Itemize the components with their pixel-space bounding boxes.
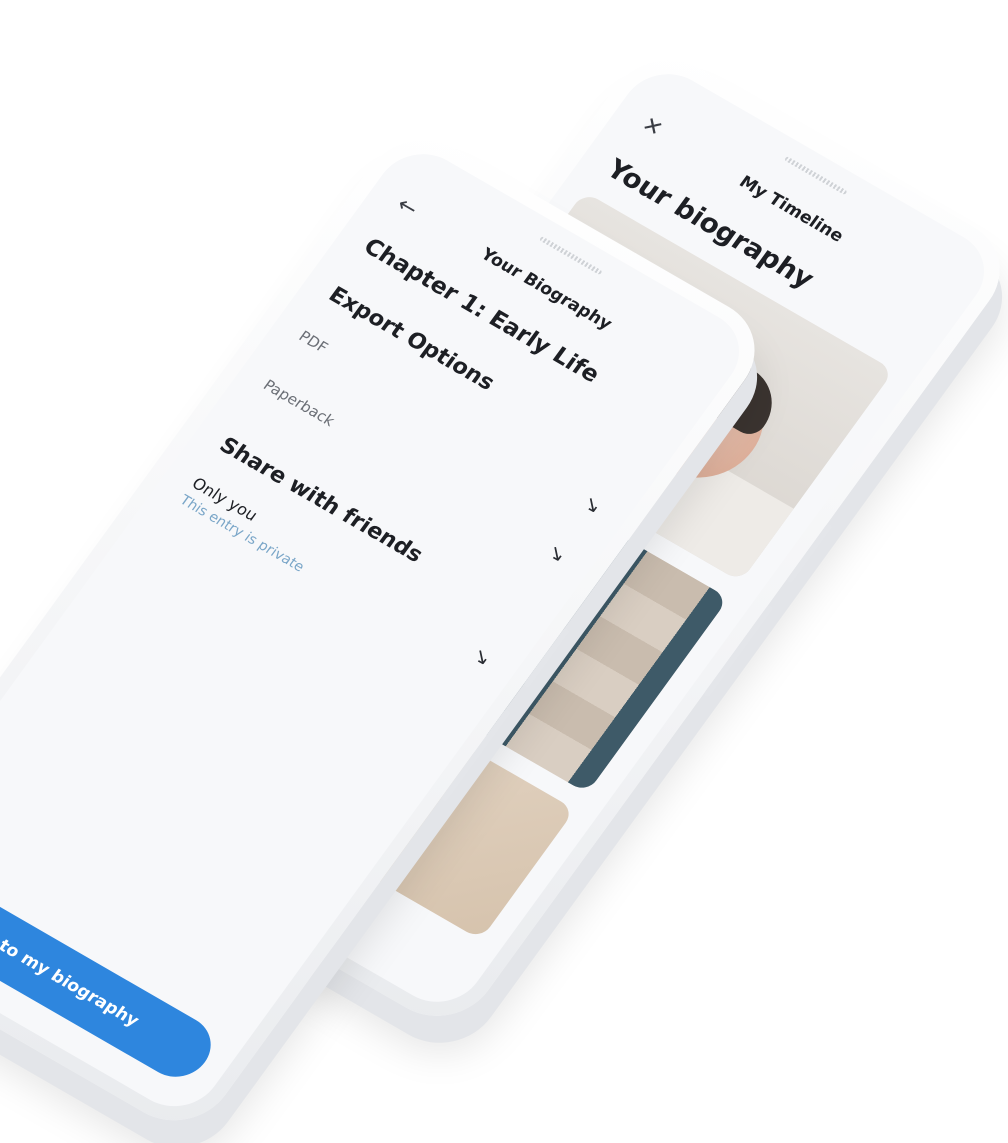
arrow-down-right-icon: ↘ [578,490,607,519]
arrow-down-right-icon: ↘ [542,539,572,567]
mockup-stage: ✕ My Timeline Your biography ← Your Biog… [0,0,1008,1141]
option-label: PDF [295,327,332,357]
speaker-grille [784,156,848,196]
add-to-biography-button[interactable]: Add to my biography [0,857,224,1089]
option-label: Paperback [259,376,339,430]
arrow-down-right-icon[interactable]: ↘ [468,642,497,670]
speaker-grille [539,236,603,276]
